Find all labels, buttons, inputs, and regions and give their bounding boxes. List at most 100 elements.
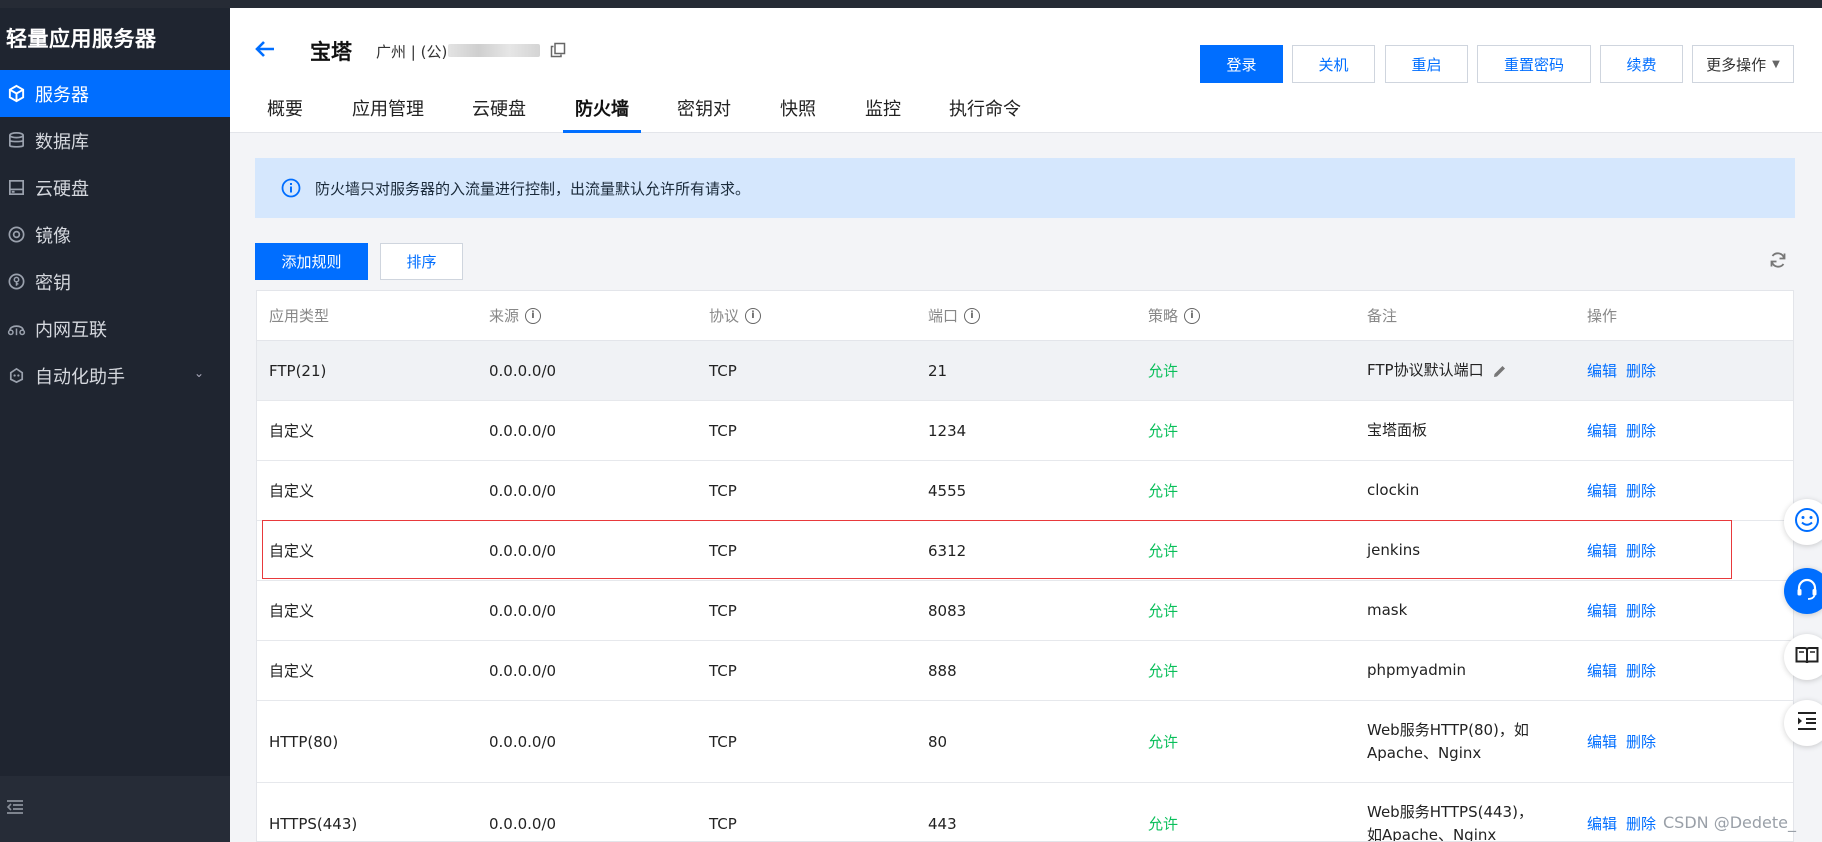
login-button[interactable]: 登录 [1200,45,1283,83]
chevron-down-icon: ⌄ [193,366,204,380]
cell-source: 0.0.0.0/0 [489,421,557,440]
col-actions: 操作 [1587,307,1618,325]
cell-actions: 编辑 删除 [1587,641,1665,700]
sidebar-item-automation[interactable]: 自动化助手 ⌄ [0,352,230,399]
edit-link[interactable]: 编辑 [1587,813,1617,834]
cell-actions: 编辑 删除 [1587,783,1665,841]
table-row[interactable]: 自定义 0.0.0.0/0 TCP 1234 允许 宝塔面板 编辑 删除 [257,401,1793,461]
delete-link[interactable]: 删除 [1626,813,1656,834]
cell-policy: 允许 [1148,422,1179,440]
edit-link[interactable]: 编辑 [1587,600,1617,621]
firewall-rules-table: 应用类型 来源 i 协议 i 端口 i 策略 i 备注 操作 FTP(21) 0.0.0… [256,290,1794,842]
sidebar-item-key[interactable]: 密钥 [0,258,230,305]
renew-button[interactable]: 续费 [1600,45,1683,83]
cell-protocol: TCP [709,601,737,620]
delete-link[interactable]: 删除 [1626,360,1656,381]
firewall-notice: 防火墙只对服务器的入流量进行控制，出流量默认允许所有请求。 [255,158,1795,218]
help-icon[interactable]: i [964,308,981,324]
caret-down-icon: ▼ [1772,58,1780,70]
reset-password-button[interactable]: 重置密码 [1477,45,1591,83]
delete-link[interactable]: 删除 [1626,480,1656,501]
back-arrow-icon[interactable] [254,38,276,60]
table-row[interactable]: 自定义 0.0.0.0/0 TCP 8083 允许 mask 编辑 删除 [257,581,1793,641]
sidebar-item-label: 镜像 [35,225,71,247]
edit-link[interactable]: 编辑 [1587,660,1617,681]
sidebar-item-image[interactable]: 镜像 [0,211,230,258]
help-icon[interactable]: i [745,308,762,324]
masked-ip [448,44,540,57]
docs-button[interactable] [1784,634,1822,680]
sidebar-item-database[interactable]: 数据库 [0,117,230,164]
more-actions-dropdown[interactable]: 更多操作 ▼ [1692,45,1794,83]
restart-button[interactable]: 重启 [1385,45,1468,83]
note-text: FTP协议默认端口 [1367,361,1484,379]
copy-icon[interactable] [550,42,568,60]
sidebar-item-label: 数据库 [35,131,89,153]
table-row[interactable]: FTP(21) 0.0.0.0/0 TCP 21 允许 FTP协议默认端口 编辑… [257,341,1793,401]
smile-icon [1794,507,1820,537]
sidebar-item-label: 密钥 [35,272,71,294]
edit-link[interactable]: 编辑 [1587,540,1617,561]
tab-overview[interactable]: 概要 [267,98,303,133]
cell-protocol: TCP [709,732,737,751]
refresh-icon[interactable] [1768,250,1790,272]
col-note: 备注 [1367,307,1398,325]
edit-link[interactable]: 编辑 [1587,360,1617,381]
sidebar-item-disk[interactable]: 云硬盘 [0,164,230,211]
edit-link[interactable]: 编辑 [1587,731,1617,752]
sidebar-item-network[interactable]: 内网互联 [0,305,230,352]
outline-button[interactable] [1784,700,1822,746]
cell-port: 888 [928,661,957,680]
add-rule-button[interactable]: 添加规则 [255,243,368,280]
collapse-menu-icon [6,799,24,819]
cell-type: HTTP(80) [269,732,339,751]
tab-snapshot[interactable]: 快照 [780,98,816,133]
table-row[interactable]: HTTPS(443) 0.0.0.0/0 TCP 443 允许 Web服务HTT… [257,783,1793,842]
watermark: CSDN @Dedete_ [1663,813,1796,832]
cell-type: 自定义 [269,422,315,440]
pencil-icon[interactable] [1492,363,1507,378]
tab-app-management[interactable]: 应用管理 [352,98,424,133]
feedback-button[interactable] [1784,499,1822,545]
sidebar-item-label: 自动化助手 [35,366,125,388]
table-row[interactable]: 自定义 0.0.0.0/0 TCP 888 允许 phpmyadmin 编辑 删除 [257,641,1793,701]
cell-note: 宝塔面板 [1367,421,1428,439]
col-policy: 策略 i [1148,291,1201,341]
more-actions-label: 更多操作 [1706,55,1767,74]
cell-source: 0.0.0.0/0 [489,661,557,680]
help-icon[interactable]: i [525,308,542,324]
cell-type: 自定义 [269,542,315,560]
support-button[interactable] [1784,568,1822,614]
cell-policy: 允许 [1148,362,1179,380]
tab-cloud-disk[interactable]: 云硬盘 [472,98,526,133]
delete-link[interactable]: 删除 [1626,420,1656,441]
tab-execute-command[interactable]: 执行命令 [949,98,1021,133]
table-row[interactable]: 自定义 0.0.0.0/0 TCP 6312 允许 jenkins 编辑 删除 [257,521,1793,581]
delete-link[interactable]: 删除 [1626,600,1656,621]
image-icon [6,225,26,245]
cell-port: 21 [928,361,948,380]
tab-monitor[interactable]: 监控 [865,98,901,133]
sort-button[interactable]: 排序 [380,243,463,280]
shutdown-button[interactable]: 关机 [1292,45,1375,83]
cell-type: 自定义 [269,482,315,500]
table-row[interactable]: HTTP(80) 0.0.0.0/0 TCP 80 允许 Web服务HTTP(8… [257,701,1793,783]
delete-link[interactable]: 删除 [1626,731,1656,752]
cell-policy: 允许 [1148,542,1179,560]
help-icon[interactable]: i [1184,308,1201,324]
delete-link[interactable]: 删除 [1626,660,1656,681]
cell-protocol: TCP [709,361,737,380]
delete-link[interactable]: 删除 [1626,540,1656,561]
page-title: 宝塔 [310,40,352,64]
sidebar-item-server[interactable]: 服务器 [0,70,230,117]
cell-type: HTTPS(443) [269,814,358,833]
tab-firewall[interactable]: 防火墙 [563,98,641,133]
col-port-label: 端口 [928,307,959,325]
page-header: 宝塔 广州 | (公) 登录 关机 重启 重置密码 续费 更多操作 ▼ 概要 应… [230,8,1822,133]
edit-link[interactable]: 编辑 [1587,480,1617,501]
cell-policy: 允许 [1148,602,1179,620]
table-row[interactable]: 自定义 0.0.0.0/0 TCP 4555 允许 clockin 编辑 删除 [257,461,1793,521]
edit-link[interactable]: 编辑 [1587,420,1617,441]
sidebar-collapse-button[interactable] [0,776,230,842]
tab-keypair[interactable]: 密钥对 [677,98,731,133]
